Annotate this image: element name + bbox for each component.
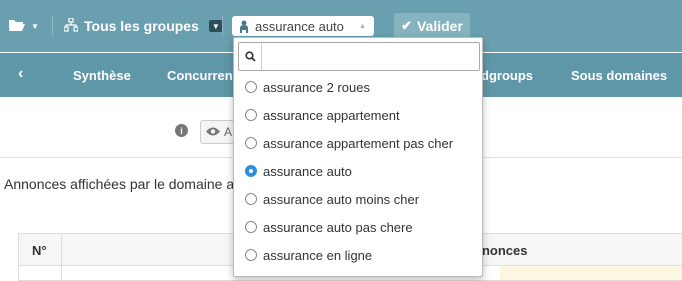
dropdown-option-label: assurance en ligne (263, 247, 373, 263)
eye-icon (206, 125, 220, 139)
dropdown-option[interactable]: assurance en ligne (234, 241, 482, 269)
radio-unchecked-icon[interactable] (245, 193, 257, 205)
keyword-selected-label: assurance auto (255, 18, 344, 34)
radio-unchecked-icon[interactable] (245, 109, 257, 121)
radio-unchecked-icon[interactable] (245, 137, 257, 149)
column-header-number: N° (32, 243, 47, 258)
caret-down-icon: ▼ (208, 20, 223, 32)
dropdown-option[interactable]: assurance appartement pas cher (234, 129, 482, 157)
view-button-label: A (224, 125, 233, 139)
radio-unchecked-icon[interactable] (245, 81, 257, 93)
validate-button[interactable]: ✔ Valider (394, 13, 470, 39)
chevron-left-icon[interactable]: ‹ (18, 65, 23, 83)
sitemap-icon (63, 16, 79, 35)
groups-label: Tous les groupes (84, 18, 199, 34)
dropdown-option-label: assurance 2 roues (263, 79, 370, 95)
chevron-down-icon: ▼ (31, 21, 39, 31)
toolbar-divider (222, 16, 223, 36)
dropdown-option[interactable]: assurance auto (234, 157, 482, 185)
dropdown-option-label: assurance auto (263, 163, 352, 179)
validate-label: Valider (416, 18, 463, 34)
toolbar-divider (52, 16, 53, 36)
dropdown-option[interactable]: assurance auto moins cher (234, 185, 482, 213)
radio-unchecked-icon[interactable] (245, 249, 257, 261)
dropdown-search-input[interactable] (262, 43, 479, 70)
dropdown-option[interactable]: assurance appartement (234, 101, 482, 129)
tab-adgroups[interactable]: dgroups (481, 68, 533, 83)
annonces-heading: Annonces affichées par le domaine a (4, 176, 235, 192)
radio-unchecked-icon[interactable] (245, 221, 257, 233)
dropdown-option-label: assurance appartement pas cher (263, 135, 454, 151)
tab-synthese[interactable]: Synthèse (73, 68, 131, 83)
folder-open-icon (8, 18, 26, 35)
dropdown-option-label: assurance auto pas chere (263, 219, 413, 235)
table-column-divider (61, 234, 62, 280)
dropdown-options: assurance 2 roues assurance appartement as… (234, 73, 482, 269)
table-row (500, 266, 682, 280)
dropdown-option-label: assurance auto moins cher (263, 191, 420, 207)
keyword-dropdown: assurance 2 roues assurance appartement as… (233, 37, 483, 277)
keyword-select[interactable]: assurance auto ▲ (232, 16, 374, 36)
dropdown-option-label: assurance appartement (263, 107, 400, 123)
search-icon (239, 43, 262, 70)
groups-selector[interactable]: Tous les groupes ▼ (63, 14, 223, 38)
info-icon[interactable]: i (175, 124, 188, 137)
check-icon: ✔ (401, 18, 412, 33)
tab-sous-domaines[interactable]: Sous domaines (571, 68, 667, 83)
folder-menu-button[interactable]: ▼ (8, 14, 39, 38)
caret-up-icon: ▲ (359, 22, 366, 30)
user-icon (238, 20, 250, 33)
dropdown-option[interactable]: assurance 2 roues (234, 73, 482, 101)
radio-checked-icon[interactable] (245, 165, 257, 177)
dropdown-option[interactable]: assurance auto pas chere (234, 213, 482, 241)
dropdown-search (238, 42, 480, 71)
